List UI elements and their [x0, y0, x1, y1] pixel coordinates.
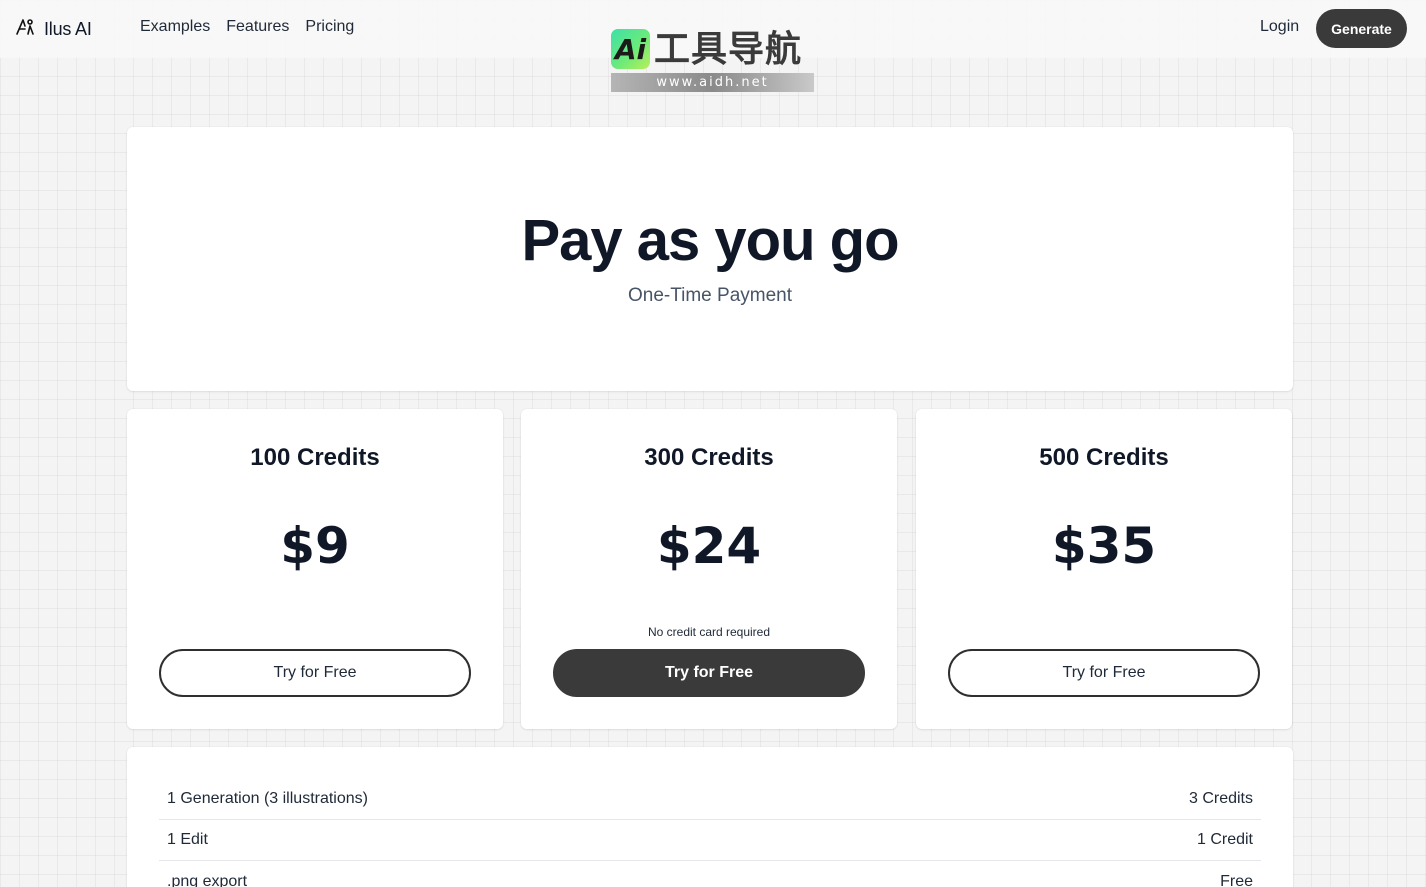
plan-price: $9: [280, 517, 350, 575]
plan-card-300: 300 Credits $24 No credit card required …: [521, 409, 897, 729]
brand-logo-link[interactable]: Ilus AI: [15, 17, 92, 41]
plan-card-100: 100 Credits $9 Try for Free: [127, 409, 503, 729]
nav-link-examples[interactable]: Examples: [140, 18, 210, 36]
cost-item: 1 Edit: [167, 831, 208, 848]
cost-value: Free: [1220, 872, 1253, 887]
try-for-free-button[interactable]: Try for Free: [948, 649, 1260, 697]
plan-price: $24: [656, 517, 762, 575]
plan-note: No credit card required: [647, 625, 771, 639]
nav-links: Examples Features Pricing: [140, 18, 354, 36]
watermark-title: 工具导航: [654, 29, 803, 70]
hero-card: Pay as you go One-Time Payment: [127, 127, 1293, 391]
watermark: Ai 工具导航 www.aidh.net: [611, 29, 814, 92]
plan-price: $35: [1051, 517, 1157, 575]
watermark-badge: Ai: [611, 29, 650, 69]
cost-item: .png export: [167, 872, 248, 887]
try-for-free-button[interactable]: Try for Free: [159, 649, 471, 697]
plan-name: 300 Credits: [644, 444, 774, 471]
generate-button[interactable]: Generate: [1316, 9, 1407, 48]
cost-row: 1 Generation (3 illustrations) 3 Credits: [159, 779, 1261, 820]
brand-name: Ilus AI: [44, 18, 92, 39]
credit-cost-table: 1 Generation (3 illustrations) 3 Credits…: [127, 747, 1293, 887]
plan-name: 500 Credits: [1039, 444, 1169, 471]
cost-item: 1 Generation (3 illustrations): [167, 790, 368, 807]
page-title: Pay as you go: [521, 208, 899, 273]
try-for-free-button[interactable]: Try for Free: [553, 649, 865, 697]
cost-value: 3 Credits: [1188, 790, 1253, 807]
logo-icon: [15, 17, 35, 42]
cost-row: 1 Edit 1 Credit: [159, 820, 1261, 861]
login-link[interactable]: Login: [1260, 18, 1299, 36]
cost-value: 1 Credit: [1196, 831, 1253, 848]
nav-link-pricing[interactable]: Pricing: [305, 18, 354, 36]
cost-row: .png export Free: [159, 861, 1261, 887]
plan-name: 100 Credits: [250, 444, 380, 471]
plan-card-500: 500 Credits $35 Try for Free: [916, 409, 1292, 729]
nav-link-features[interactable]: Features: [226, 18, 289, 36]
watermark-url: www.aidh.net: [611, 73, 814, 92]
page-subtitle: One-Time Payment: [627, 285, 792, 306]
